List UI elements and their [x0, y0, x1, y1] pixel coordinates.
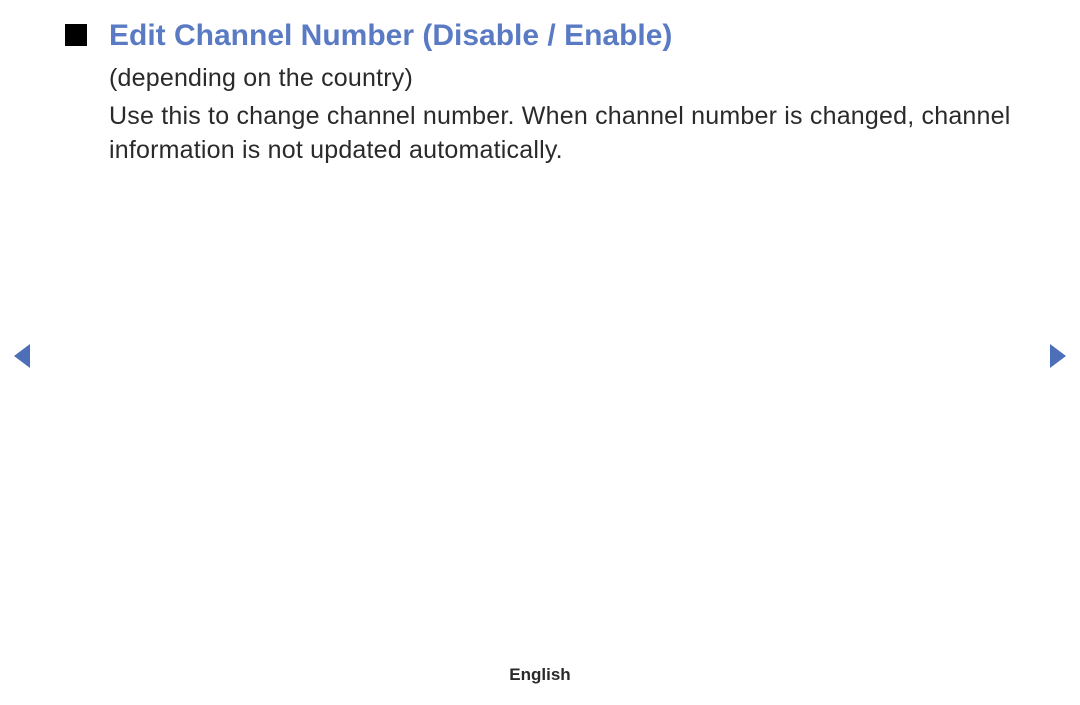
body-block: (depending on the country) Use this to c…	[109, 62, 1015, 167]
page-title: Edit Channel Number (Disable / Enable)	[109, 18, 672, 54]
page-description: Use this to change channel number. When …	[109, 100, 1015, 168]
footer-language: English	[0, 665, 1080, 685]
chevron-right-icon	[1048, 342, 1068, 370]
page-content: Edit Channel Number (Disable / Enable) (…	[0, 0, 1080, 167]
chevron-left-icon	[12, 342, 32, 370]
title-row: Edit Channel Number (Disable / Enable)	[65, 18, 1015, 54]
square-bullet-icon	[65, 24, 87, 46]
nav-next-button[interactable]	[1048, 342, 1068, 370]
nav-prev-button[interactable]	[12, 342, 32, 370]
page-subtitle: (depending on the country)	[109, 62, 1015, 96]
